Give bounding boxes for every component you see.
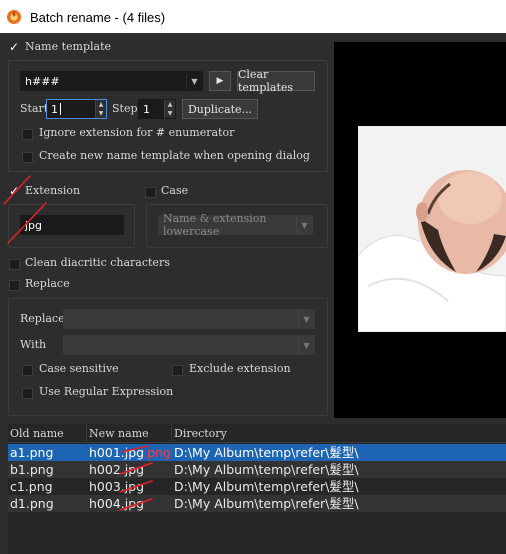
play-arrow-icon: ▶ — [216, 76, 224, 86]
spin-up-icon[interactable]: ▲ — [96, 100, 106, 109]
name-template-checkbox[interactable] — [9, 40, 20, 54]
with-field-label: With — [20, 338, 47, 351]
start-value: 1 — [51, 102, 58, 116]
chevron-down-icon[interactable]: ▼ — [298, 310, 314, 328]
image-preview — [334, 42, 506, 418]
name-template-label: Name template — [25, 40, 112, 53]
new-name-cell: h004.jpg — [89, 496, 145, 511]
extension-value: jpg — [25, 218, 43, 232]
step-spin-arrows[interactable]: ▲ ▼ — [164, 100, 175, 118]
create-new-template-label: Create new name template when opening di… — [39, 149, 310, 162]
column-separator[interactable] — [171, 424, 172, 443]
column-new-name[interactable]: New name — [89, 427, 149, 440]
text-cursor — [60, 103, 61, 115]
annotation-correction: png — [147, 445, 171, 460]
start-label: Start — [20, 102, 49, 115]
spin-down-icon[interactable]: ▼ — [165, 109, 175, 118]
spin-down-icon[interactable]: ▼ — [96, 109, 106, 118]
directory-cell: D:\My Album\temp\refer\髮型\ — [174, 496, 359, 511]
case-option: Name & extension lowercase — [163, 212, 267, 238]
chevron-down-icon[interactable]: ▼ — [296, 216, 312, 234]
portrait-image — [358, 126, 506, 332]
case-sensitive-label: Case sensitive — [39, 362, 119, 375]
replace-label: Replace — [25, 277, 70, 290]
replace-combobox[interactable]: ▼ — [63, 309, 315, 329]
extension-label: Extension — [25, 184, 81, 197]
title-bar: Batch rename - (4 files) — [0, 0, 506, 33]
chevron-down-icon[interactable]: ▼ — [298, 336, 314, 354]
start-spinbox[interactable]: 1 ▲ ▼ — [46, 99, 107, 119]
spin-up-icon[interactable]: ▲ — [165, 100, 175, 109]
column-old-name[interactable]: Old name — [10, 427, 64, 440]
chevron-down-icon[interactable]: ▼ — [186, 72, 202, 90]
template-combobox[interactable]: h### ▼ — [20, 71, 203, 91]
new-name-cell: h001.jpg — [89, 445, 145, 460]
ignore-extension-label: Ignore extension for # enumerator — [39, 126, 235, 139]
window-title: Batch rename - (4 files) — [30, 9, 166, 25]
case-sensitive-checkbox[interactable] — [22, 365, 33, 376]
directory-cell: D:\My Album\temp\refer\髮型\ — [174, 462, 359, 477]
old-name-cell: a1.png — [10, 445, 54, 460]
ignore-extension-checkbox[interactable] — [22, 129, 33, 140]
directory-cell: D:\My Album\temp\refer\髮型\ — [174, 445, 359, 460]
clear-templates-button[interactable]: Clear templates — [237, 68, 315, 94]
replace-field-label: Replace — [20, 312, 65, 325]
case-checkbox[interactable] — [145, 187, 156, 198]
table-row[interactable]: a1.png h001.jpg png D:\My Album\temp\ref… — [8, 444, 506, 461]
start-spin-arrows[interactable]: ▲ ▼ — [95, 100, 106, 118]
table-row[interactable]: c1.png h003.jpg D:\My Album\temp\refer\髮… — [8, 478, 506, 495]
new-name-cell: h003.jpg — [89, 479, 145, 494]
file-list-header: Old name New name Directory — [8, 424, 506, 443]
case-dropdown[interactable]: Name & extension lowercase ▼ — [158, 212, 313, 238]
new-name-cell: h002.jpg — [89, 462, 145, 477]
template-value: h### — [25, 74, 60, 88]
table-row[interactable]: b1.png h002.jpg D:\My Album\temp\refer\髮… — [8, 461, 506, 478]
column-directory[interactable]: Directory — [174, 427, 227, 440]
directory-cell: D:\My Album\temp\refer\髮型\ — [174, 479, 359, 494]
table-row[interactable]: d1.png h004.jpg D:\My Album\temp\refer\髮… — [8, 495, 506, 512]
preview-photo — [358, 126, 506, 332]
step-value: 1 — [143, 102, 150, 116]
old-name-cell: b1.png — [10, 462, 54, 477]
exclude-extension-checkbox[interactable] — [172, 365, 183, 376]
step-label: Step — [112, 102, 138, 115]
old-name-cell: d1.png — [10, 496, 54, 511]
duplicate-button[interactable]: Duplicate... — [182, 99, 258, 119]
old-name-cell: c1.png — [10, 479, 53, 494]
create-new-template-checkbox[interactable] — [22, 152, 33, 163]
clean-diacritic-label: Clean diacritic characters — [25, 256, 170, 269]
extension-input[interactable]: jpg — [20, 215, 124, 235]
app-icon — [7, 9, 21, 24]
regex-checkbox[interactable] — [22, 388, 33, 399]
regex-label: Use Regular Expression — [39, 385, 174, 398]
extension-checkbox[interactable] — [9, 184, 20, 198]
step-spinbox[interactable]: 1 ▲ ▼ — [138, 99, 176, 119]
column-separator[interactable] — [86, 424, 87, 443]
exclude-extension-label: Exclude extension — [189, 362, 291, 375]
clean-diacritic-checkbox[interactable] — [9, 259, 20, 270]
replace-checkbox[interactable] — [9, 280, 20, 291]
with-combobox[interactable]: ▼ — [63, 335, 315, 355]
template-menu-button[interactable]: ▶ — [209, 71, 231, 91]
file-list[interactable]: Old name New name Directory a1.png h001.… — [8, 424, 506, 554]
case-label: Case — [161, 184, 189, 197]
